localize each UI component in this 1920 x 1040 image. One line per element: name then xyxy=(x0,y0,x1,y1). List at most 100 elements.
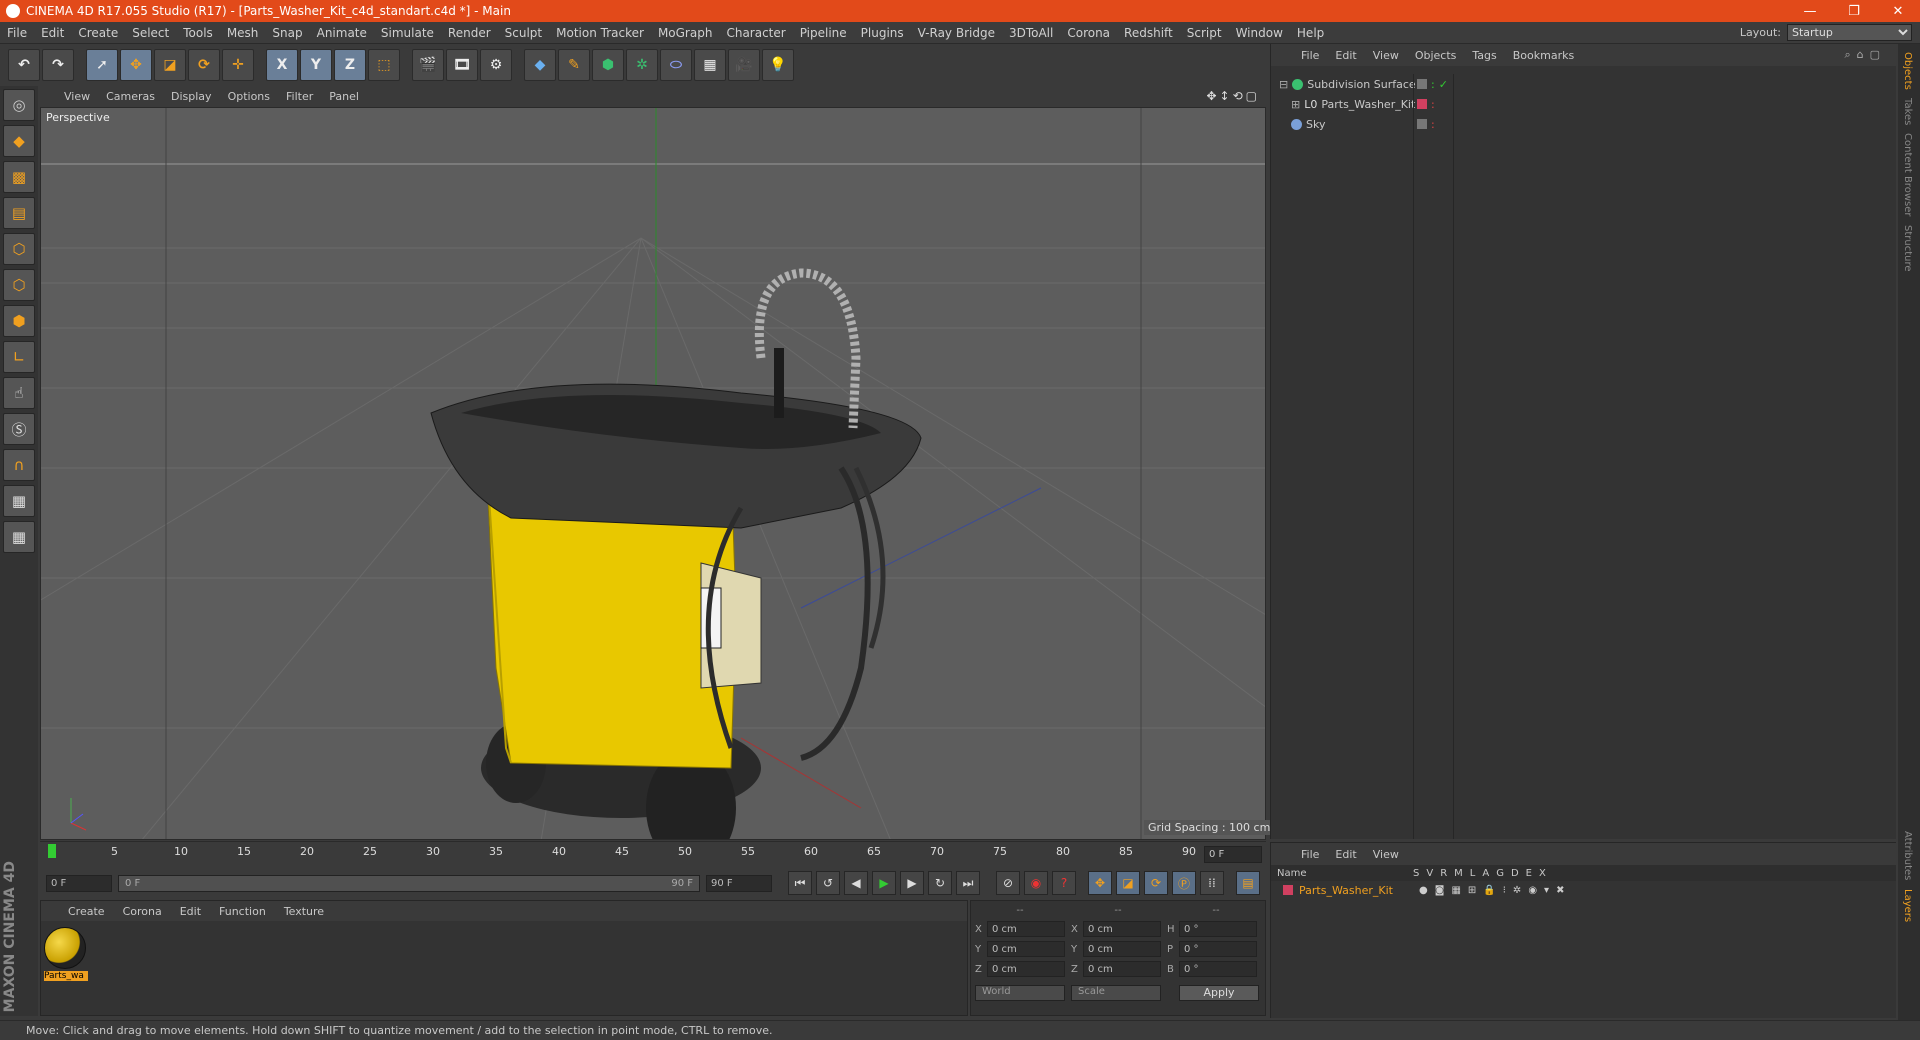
workplane-icon[interactable]: ▤ xyxy=(3,197,35,229)
cube-icon[interactable]: ◆ xyxy=(524,49,556,81)
menu-snap[interactable]: Snap xyxy=(265,26,309,40)
menu-window[interactable]: Window xyxy=(1229,26,1290,40)
expressions-icon[interactable]: ▾ xyxy=(1544,885,1549,896)
menu-motion-tracker[interactable]: Motion Tracker xyxy=(549,26,651,40)
view-icon[interactable]: ◙ xyxy=(1435,885,1445,896)
menu-file[interactable]: File xyxy=(0,26,34,40)
tab-takes[interactable]: Takes xyxy=(1902,98,1913,125)
visibility-dots-icon[interactable]: : xyxy=(1431,98,1435,111)
object-menu-view[interactable]: View xyxy=(1365,49,1407,62)
menu-vray-bridge[interactable]: V-Ray Bridge xyxy=(911,26,1002,40)
lock-workplane-icon[interactable]: ▦ xyxy=(3,485,35,517)
render-view-icon[interactable]: 🎬 xyxy=(412,49,444,81)
menu-edit[interactable]: Edit xyxy=(34,26,71,40)
menu-create[interactable]: Create xyxy=(71,26,125,40)
menu-plugins[interactable]: Plugins xyxy=(854,26,911,40)
layer-menu-view[interactable]: View xyxy=(1365,848,1407,861)
texture-mode-icon[interactable]: ▩ xyxy=(3,161,35,193)
menu-pipeline[interactable]: Pipeline xyxy=(793,26,854,40)
material-menu-texture[interactable]: Texture xyxy=(275,905,333,918)
z-axis-icon[interactable]: Z xyxy=(334,49,366,81)
tab-attributes[interactable]: Attributes xyxy=(1902,831,1913,880)
tab-content-browser[interactable]: Content Browser xyxy=(1902,133,1913,216)
collapse-icon[interactable]: ⊟ xyxy=(1279,78,1288,91)
close-button[interactable]: ✕ xyxy=(1876,0,1920,22)
next-key-icon[interactable]: ↻ xyxy=(928,871,952,895)
timeline-ticks[interactable]: 051015202530354045505560657075808590 xyxy=(48,842,1196,868)
viewport-menu-cameras[interactable]: Cameras xyxy=(98,90,163,103)
menu-3dtoall[interactable]: 3DToAll xyxy=(1002,26,1060,40)
magnet-icon[interactable]: ∩ xyxy=(3,449,35,481)
menu-redshift[interactable]: Redshift xyxy=(1117,26,1180,40)
object-manager-tools-icons[interactable]: ⌕⌂▢ xyxy=(1844,48,1886,62)
make-editable-icon[interactable]: ◎ xyxy=(3,89,35,121)
keyframe-selection-icon[interactable]: ? xyxy=(1052,871,1076,895)
material-menu-corona[interactable]: Corona xyxy=(114,905,171,918)
material-menu-edit[interactable]: Edit xyxy=(171,905,210,918)
camera-icon[interactable]: 🎥 xyxy=(728,49,760,81)
go-to-end-icon[interactable]: ⏭ xyxy=(956,871,980,895)
layer-menu-edit[interactable]: Edit xyxy=(1327,848,1364,861)
minimize-button[interactable]: — xyxy=(1788,0,1832,22)
menu-animate[interactable]: Animate xyxy=(310,26,374,40)
rotation-p-field[interactable]: 0 ° xyxy=(1179,941,1257,957)
timeline-ruler[interactable]: 051015202530354045505560657075808590 0 F xyxy=(40,841,1266,867)
layer-color-icon[interactable] xyxy=(1283,885,1293,895)
frame-range-slider[interactable]: 0 F 90 F xyxy=(118,874,700,892)
object-row[interactable]: ⊞ L0 Parts_Washer_Kit : xyxy=(1271,94,1897,114)
playhead-marker[interactable] xyxy=(48,844,56,858)
next-frame-icon[interactable]: ▶ xyxy=(900,871,924,895)
expand-icon[interactable]: ⊞ xyxy=(1291,98,1300,111)
undo-icon[interactable]: ↶ xyxy=(8,49,40,81)
apply-button[interactable]: Apply xyxy=(1179,985,1259,1001)
menu-sculpt[interactable]: Sculpt xyxy=(498,26,549,40)
layer-swatch-icon[interactable] xyxy=(1417,79,1427,89)
subdivision-icon[interactable]: ⬢ xyxy=(592,49,624,81)
position-y-field[interactable]: 0 cm xyxy=(987,941,1065,957)
previous-key-icon[interactable]: ↺ xyxy=(816,871,840,895)
current-frame-field[interactable]: 0 F xyxy=(1204,846,1262,863)
viewport-menu-options[interactable]: Options xyxy=(220,90,278,103)
move-icon[interactable]: ✥ xyxy=(120,49,152,81)
animation-icon[interactable]: ⁝ xyxy=(1503,885,1506,896)
menu-character[interactable]: Character xyxy=(719,26,792,40)
menu-mesh[interactable]: Mesh xyxy=(220,26,266,40)
menu-corona[interactable]: Corona xyxy=(1060,26,1117,40)
xref-icon[interactable]: ✖ xyxy=(1556,885,1564,896)
object-menu-objects[interactable]: Objects xyxy=(1407,49,1465,62)
object-row[interactable]: ⊟ Subdivision Surface : ✓ xyxy=(1271,74,1897,94)
object-row[interactable]: Sky : xyxy=(1271,114,1897,134)
key-rotation-icon[interactable]: ⟳ xyxy=(1144,871,1168,895)
layer-menu-file[interactable]: File xyxy=(1293,848,1327,861)
menu-script[interactable]: Script xyxy=(1180,26,1229,40)
viewport-menu-filter[interactable]: Filter xyxy=(278,90,321,103)
axis-mode-icon[interactable]: ∟ xyxy=(3,341,35,373)
viewport-menu-panel[interactable]: Panel xyxy=(321,90,367,103)
model-mode-icon[interactable]: ◆ xyxy=(3,125,35,157)
layout-dropdown[interactable]: Startup xyxy=(1787,24,1912,41)
manager-icon[interactable]: ⊞ xyxy=(1468,885,1476,896)
deformers-icon[interactable]: ◉ xyxy=(1528,885,1537,896)
x-axis-icon[interactable]: X xyxy=(266,49,298,81)
enabled-check-icon[interactable]: ✓ xyxy=(1439,78,1448,91)
render-picture-viewer-icon[interactable]: 🎞 xyxy=(446,49,478,81)
material-preview-ball[interactable] xyxy=(44,927,86,969)
restore-button[interactable]: ❐ xyxy=(1832,0,1876,22)
menu-tools[interactable]: Tools xyxy=(176,26,220,40)
size-z-field[interactable]: 0 cm xyxy=(1083,961,1161,977)
autokey-icon[interactable]: ◉ xyxy=(1024,871,1048,895)
tab-objects[interactable]: Objects xyxy=(1902,52,1913,90)
locked-icon[interactable]: 🔒 xyxy=(1483,885,1495,896)
object-menu-tags[interactable]: Tags xyxy=(1464,49,1504,62)
rotation-b-field[interactable]: 0 ° xyxy=(1179,961,1257,977)
coordinate-space-dropdown[interactable]: World xyxy=(975,985,1065,1001)
menu-simulate[interactable]: Simulate xyxy=(374,26,441,40)
tab-layers[interactable]: Layers xyxy=(1902,889,1913,922)
timeline-window-icon[interactable]: ▤ xyxy=(1236,871,1260,895)
solo-icon[interactable]: ● xyxy=(1419,885,1428,896)
material-menu-create[interactable]: Create xyxy=(59,905,114,918)
planar-workplane-icon[interactable]: ▦ xyxy=(3,521,35,553)
menu-mograph[interactable]: MoGraph xyxy=(651,26,720,40)
object-menu-bookmarks[interactable]: Bookmarks xyxy=(1505,49,1582,62)
select-arrow-icon[interactable]: ➚ xyxy=(86,49,118,81)
